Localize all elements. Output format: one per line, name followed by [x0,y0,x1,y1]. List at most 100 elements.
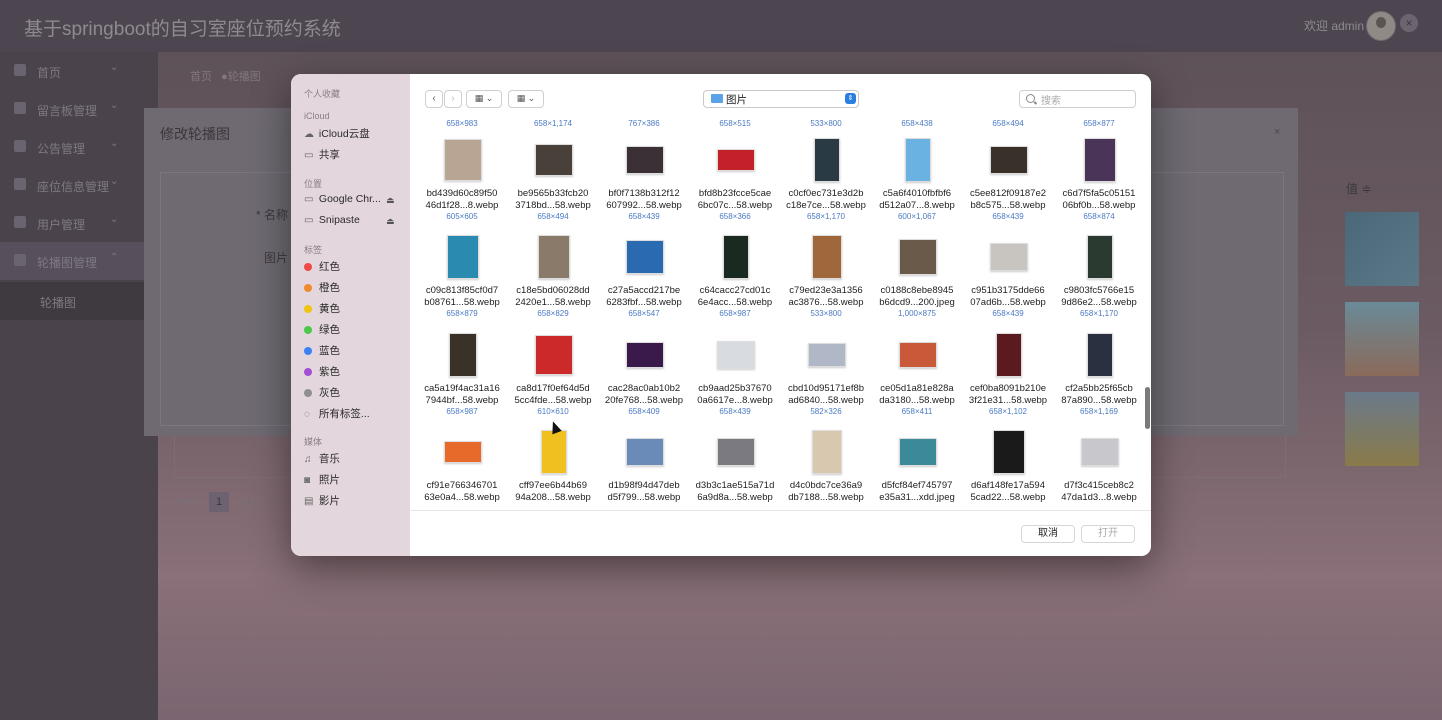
file-item[interactable]: c951b3175dde66 07ad6b...58.webp 658×439 [960,235,1056,331]
file-dimensions: 658×494 [537,212,569,221]
file-thumbnail-frame [626,236,664,278]
file-item[interactable]: cf2a5bb25f65cb 87a890...58.webp 658×1,169 [1051,333,1143,429]
file-item[interactable]: d7f3c415ceb8c2 47da1d3...8.webp [1051,430,1143,510]
file-item[interactable]: cff97ee6b44b69 94a208...58.webp [505,430,601,510]
file-name: d6af148fe17a594 5cad22...58.webp [970,480,1046,503]
file-item[interactable]: c27a5accd217be 6283fbf...58.webp 658×547 [596,235,692,331]
image-thumbnail [1081,438,1119,466]
sidebar-item-icloud-drive[interactable]: ☁ iCloud云盘 [304,126,370,144]
sidebar-item-photos[interactable]: ◙ 照片 [304,472,340,490]
sidebar-item-google-chrome[interactable]: ▭ Google Chr... [304,193,381,211]
file-item[interactable]: c79ed23e3a1356 ac3876...58.webp 533×800 [778,235,874,331]
sidebar-item-messages[interactable]: 留言板管理 ⌄ [0,90,158,128]
file-name: cff97ee6b44b69 94a208...58.webp [515,480,591,503]
eject-icon[interactable]: ⏏ [386,216,395,227]
file-item[interactable]: d5fcf84ef745797 e35a31...xdd.jpeg [869,430,965,510]
sidebar-item-home[interactable]: 首页 ⌄ [0,52,158,90]
pager-next[interactable]: Next [241,496,264,508]
avatar[interactable] [1366,11,1396,41]
table-header-value[interactable]: 值 ≑ [1346,180,1371,197]
tag-red[interactable]: 红色 [304,259,340,277]
image-thumbnail [541,430,567,474]
file-item[interactable]: bf0f7138b312f12 607992...58.webp 658×439 [596,138,692,234]
file-item[interactable]: d1b98f94d47deb d5f799...58.webp [596,430,692,510]
file-item[interactable]: be9565b33fcb20 3718bd...58.webp 658×494 [505,138,601,234]
all-tags[interactable]: ◌ 所有标签... [304,406,370,424]
tag-label: 红色 [319,261,340,273]
file-item[interactable]: ce05d1a81e828a da3180...58.webp 658×411 [869,333,965,429]
file-dimensions: 658×983 [446,120,478,128]
file-dimensions: 658×1,174 [533,120,573,128]
image-thumbnail [626,342,664,368]
sidebar-item-label: 座位信息管理 [37,180,110,194]
tag-label: 黄色 [319,303,340,315]
file-thumbnail-frame [808,138,846,182]
search-field[interactable]: 搜索 [1019,90,1136,108]
file-item[interactable]: cf91e766346701 63e0a4...58.webp [414,430,510,510]
file-dimensions: 767×386 [628,120,660,128]
tag-purple[interactable]: 紫色 [304,364,340,382]
file-item[interactable]: cac28ac0ab10b2 20fe768...58.webp 658×409 [596,333,692,429]
sidebar-item-shared[interactable]: ▭ 共享 [304,147,340,165]
group-view-button[interactable]: ▦ ⌄ [508,90,544,108]
sidebar-item-announcements[interactable]: 公告管理 ⌄ [0,128,158,166]
file-item[interactable]: c0cf0ec731e3d2b c18e7ce...58.webp 658×1,1… [778,138,874,234]
pager-page[interactable]: 1 [209,492,229,512]
file-item[interactable]: bfd8b23fcce5cae 6bc07c...58.webp 658×366 [687,138,783,234]
sidebar-item-carousel[interactable]: 轮播图管理 ⌃ [0,242,158,280]
file-item[interactable]: ca5a19f4ac31a16 7944bf...58.webp 658×987 [414,333,510,429]
forward-button[interactable]: › [444,90,462,108]
file-item[interactable]: c6d7f5fa5c05151 06bf0b...58.webp 658×874 [1051,138,1143,234]
file-item[interactable]: c9803fc5766e15 9d86e2...58.webp 658×1,170 [1051,235,1143,331]
close-icon[interactable]: × [1400,14,1418,32]
image-thumbnail [444,441,482,463]
tag-blue[interactable]: 蓝色 [304,343,340,361]
file-item[interactable]: c18e5bd06028dd 2420e1...58.webp 658×829 [505,235,601,331]
file-item[interactable]: bd439d60c89f50 46d1f28...8.webp 605×605 [414,138,510,234]
file-item[interactable]: d4c0bdc7ce36a9 db7188...58.webp [778,430,874,510]
close-icon[interactable]: × [1274,126,1280,138]
file-item[interactable]: c64cacc27cd01c 6e4acc...58.webp 658×987 [687,235,783,331]
pager-prev[interactable]: Prev [176,496,199,508]
location-dropdown[interactable]: 图片 ⇕ [703,90,859,108]
sidebar-item-snipaste[interactable]: ▭ Snipaste [304,214,360,232]
user-icon [14,216,26,228]
scrollbar[interactable] [1145,387,1150,429]
icon-view-button[interactable]: ▦ ⌄ [466,90,502,108]
breadcrumb-home[interactable]: 首页 [190,71,212,83]
file-item[interactable]: c5ee812f09187e2 b8c575...58.webp 658×439 [960,138,1056,234]
file-item[interactable]: c5a6f4010fbfbf6 d512a07...8.webp 600×1,06… [869,138,965,234]
file-thumbnail-frame [1081,235,1119,279]
file-thumbnail-frame [899,334,937,376]
back-button[interactable]: ‹ [425,90,443,108]
file-item[interactable]: d6af148fe17a594 5cad22...58.webp [960,430,1056,510]
sidebar-item-seats[interactable]: 座位信息管理 ⌄ [0,166,158,204]
tag-green[interactable]: 绿色 [304,322,340,340]
sidebar-item-music[interactable]: ♫ 音乐 [304,451,340,469]
locations-header: 位置 [304,179,323,189]
file-item[interactable]: cb9aad25b37670 0a6617e...8.webp 658×439 [687,333,783,429]
sidebar-item-movies[interactable]: ▤ 影片 [304,493,340,511]
file-item[interactable]: ca8d17f0ef64d5d 5cc4fde...58.webp 610×610 [505,333,601,429]
file-item[interactable]: cef0ba8091b210e 3f21e31...58.webp 658×1,1… [960,333,1056,429]
tag-yellow[interactable]: 黄色 [304,301,340,319]
name-label: * 名称 [256,208,289,222]
sidebar-item-users[interactable]: 用户管理 ⌄ [0,204,158,242]
tag-gray[interactable]: 灰色 [304,385,340,403]
drive-icon: ▭ [304,215,314,226]
file-item[interactable]: d3b3c1ae515a71d 6a9d8a...58.webp [687,430,783,510]
file-item[interactable]: c09c813f85cf0d7 b08761...58.webp 658×879 [414,235,510,331]
file-item[interactable]: c0188c8ebe8945 b6dcd9...200.jpeg 1,000×87… [869,235,965,331]
file-thumbnail-frame [444,333,482,377]
sidebar-subitem-carousel[interactable]: 轮播图 [0,282,158,320]
cancel-button[interactable]: 取消 [1021,525,1075,543]
favorites-header: 个人收藏 [304,89,341,99]
open-button[interactable]: 打开 [1081,525,1135,543]
file-name: c0cf0ec731e3d2b c18e7ce...58.webp [786,188,866,211]
table-thumbnail [1345,302,1419,376]
tag-orange[interactable]: 橙色 [304,280,340,298]
file-item[interactable]: cbd10d95171ef8b ad6840...58.webp 582×326 [778,333,874,429]
file-name: c64cacc27cd01c 6e4acc...58.webp [697,285,773,308]
eject-icon[interactable]: ⏏ [386,195,395,206]
tags-header: 标签 [304,245,323,255]
